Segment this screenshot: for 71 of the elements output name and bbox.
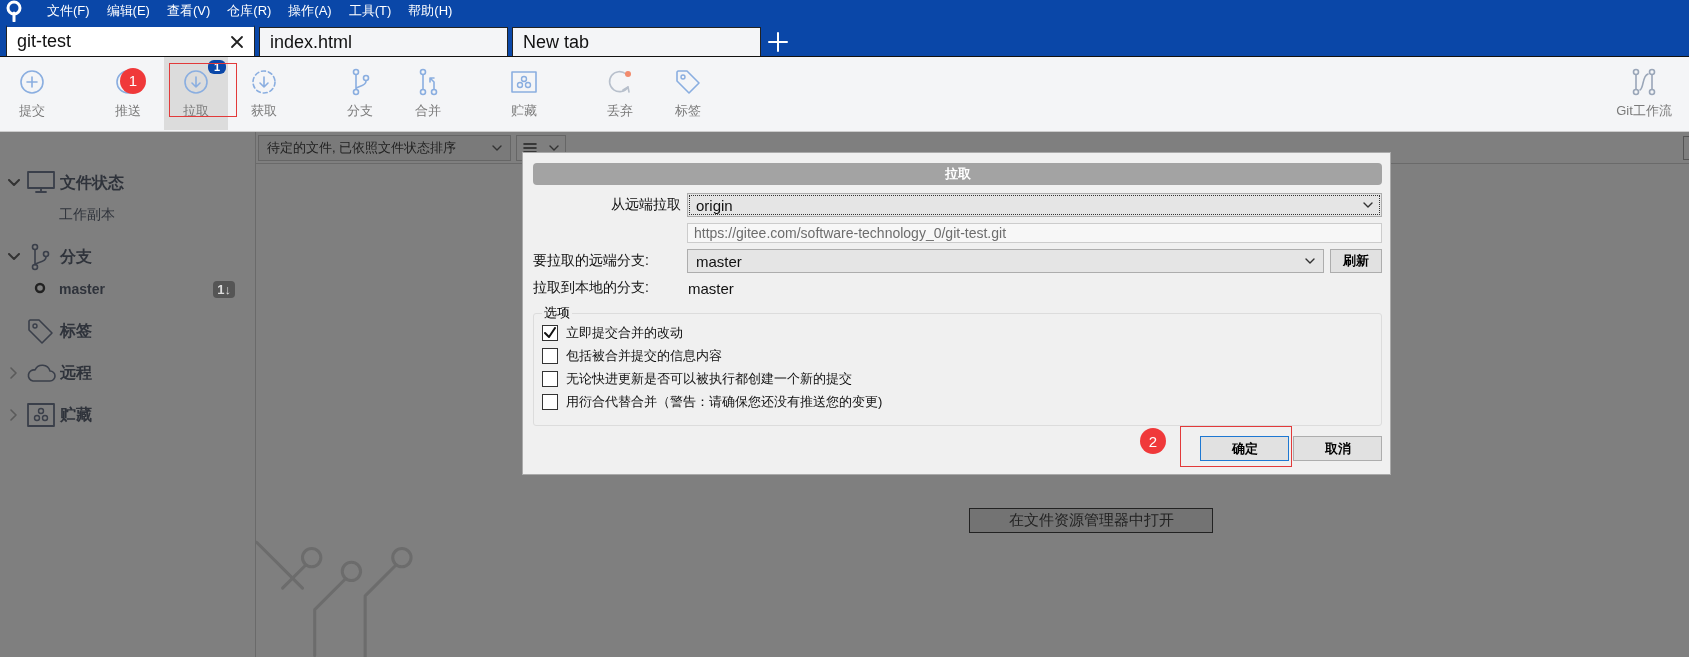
chevron-right-icon (10, 367, 18, 379)
section-title[interactable]: 标签 (60, 320, 92, 342)
chevron-right-icon (10, 409, 18, 421)
step-marker: 2 (1140, 428, 1166, 454)
checkbox[interactable] (542, 348, 558, 364)
group-title: 选项 (542, 304, 572, 322)
chevron-down-icon (1305, 258, 1315, 264)
menu-icon (523, 141, 537, 154)
check-icon (544, 327, 556, 339)
checkbox[interactable] (542, 394, 558, 410)
refresh-button[interactable]: 刷新 (1330, 249, 1382, 273)
menu-item[interactable]: 工具(T) (348, 2, 392, 20)
sidebar-item[interactable]: 工作副本 (59, 206, 235, 224)
section-title[interactable]: 远程 (60, 362, 92, 384)
chevron-down-icon (8, 179, 20, 187)
field-value: master (687, 279, 735, 297)
plus-circle-icon (18, 67, 46, 96)
toolbar-button[interactable]: Git工作流 (1599, 57, 1689, 130)
tag-icon (674, 67, 702, 96)
close-icon[interactable] (230, 34, 244, 49)
section-title[interactable]: 文件状态 (60, 172, 124, 194)
chevron-down-icon (492, 144, 502, 151)
plus-icon (768, 32, 788, 52)
count-badge: 1↓ (213, 280, 235, 298)
menu-item[interactable]: 查看(V) (166, 2, 211, 20)
current-branch-icon (34, 282, 46, 294)
toolbar-button[interactable]: 合并 (396, 57, 460, 130)
step-marker: 1 (120, 67, 146, 94)
open-in-explorer-button[interactable]: 在文件资源管理器中打开 (969, 508, 1213, 533)
toolbar-button[interactable]: 标签 (656, 57, 720, 130)
checkbox[interactable] (542, 371, 558, 387)
menu-item[interactable]: 操作(A) (288, 2, 332, 20)
dialog-button[interactable]: 取消 (1293, 436, 1382, 461)
branch-dropdown[interactable]: master (687, 249, 1324, 273)
sidebar-item[interactable]: master (59, 281, 214, 297)
remote-dropdown[interactable]: origin (687, 193, 1382, 217)
panel-edge (1683, 135, 1689, 160)
tab[interactable]: index.html (259, 27, 508, 56)
sort-dropdown[interactable]: 待定的文件, 已依照文件状态排序 (258, 134, 511, 161)
dialog-button[interactable]: 确定 (1200, 436, 1289, 461)
option-label: 用衍合代替合并（警告：请确保您还没有推送您的变更) (566, 393, 883, 411)
toolbar-button[interactable]: 丢弃 (588, 57, 652, 130)
toolbar-button[interactable]: 贮藏 (492, 57, 556, 130)
menu-item[interactable]: 仓库(R) (227, 2, 272, 20)
menu-item[interactable]: 编辑(E) (106, 2, 150, 20)
toolbar-button[interactable]: 获取 (232, 57, 296, 130)
tab[interactable]: git-test (6, 25, 255, 56)
chevron-down-icon (8, 253, 20, 261)
down-arrow-circle-icon (182, 67, 210, 96)
tag-icon (26, 317, 56, 345)
chevron-down-icon (549, 144, 559, 151)
stash-box-icon (26, 401, 56, 429)
toolbar-button[interactable]: 分支 (328, 57, 392, 130)
field-label: 从远端拉取 (610, 196, 681, 214)
tab[interactable]: New tab (512, 27, 761, 56)
chevron-down-icon (1363, 202, 1373, 208)
field-label: 要拉取的远端分支: (533, 252, 650, 270)
flow-icon (1630, 67, 1658, 96)
menu-item[interactable]: 文件(F) (47, 2, 90, 20)
section-title[interactable]: 贮藏 (60, 404, 92, 426)
checkbox[interactable] (542, 325, 558, 341)
url-field[interactable]: https://gitee.com/software-technology_0/git-test.git (687, 223, 1382, 243)
toolbar-button[interactable]: 提交 (0, 57, 64, 130)
option-label: 无论快进更新是否可以被执行都创建一个新的提交 (566, 370, 852, 388)
option-label: 包括被合并提交的信息内容 (566, 347, 722, 365)
field-label: 拉取到本地的分支: (533, 279, 650, 297)
dialog-title: 拉取 (533, 163, 1382, 185)
section-title[interactable]: 分支 (60, 246, 92, 268)
toolbar-button[interactable]: 1 推送 (96, 57, 160, 130)
option-label: 立即提交合并的改动 (566, 324, 683, 342)
menu-item[interactable]: 帮助(H) (408, 2, 453, 20)
